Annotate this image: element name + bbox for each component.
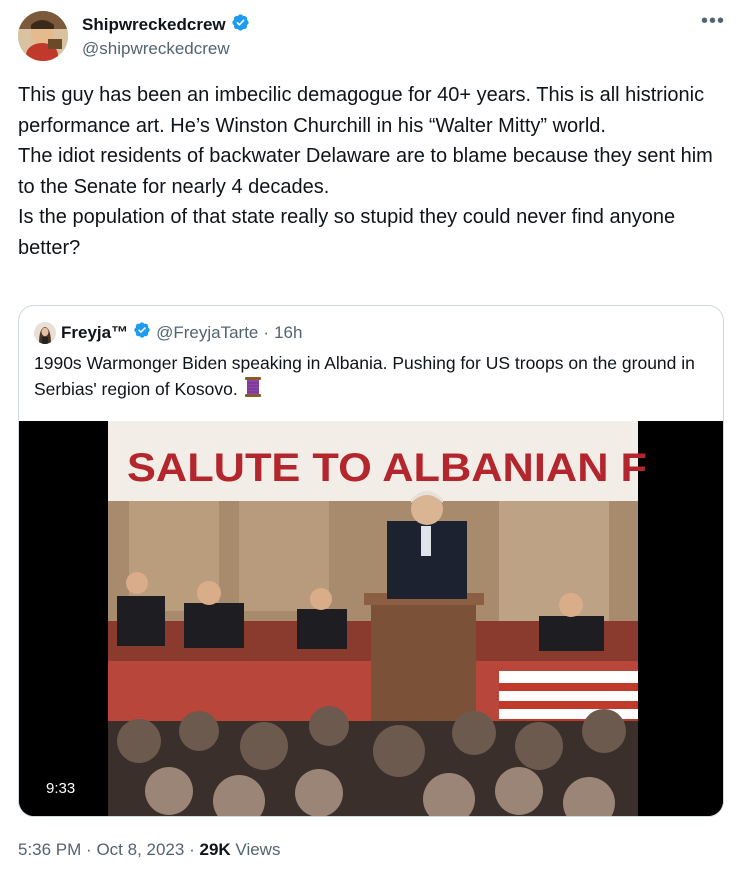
verified-badge-icon bbox=[133, 321, 151, 344]
meta-separator: · bbox=[263, 322, 270, 342]
tweet-footer: 5:36 PM · Oct 8, 2023 · 29K Views bbox=[18, 840, 280, 860]
post-date[interactable]: Oct 8, 2023 bbox=[96, 840, 184, 859]
views-label: Views bbox=[235, 840, 281, 859]
quoted-author-name[interactable]: Freyja™ bbox=[61, 323, 128, 343]
spool-of-thread-icon bbox=[243, 376, 263, 405]
views-count: 29K bbox=[199, 840, 231, 859]
quoted-tweet-header: Freyja™ @FreyjaTarte · 16h bbox=[34, 321, 302, 344]
author-handle[interactable]: @shipwreckedcrew bbox=[82, 39, 230, 59]
video-banner-text: SALUTE TO ALBANIAN F bbox=[127, 446, 647, 490]
author-display-name[interactable]: Shipwreckedcrew bbox=[82, 15, 226, 35]
video-thumbnail: SALUTE TO ALBANIAN F bbox=[19, 421, 723, 816]
quoted-tweet[interactable]: Freyja™ @FreyjaTarte · 16h 1990s Warmong… bbox=[18, 305, 724, 817]
tweet-text: This guy has been an imbecilic demagogue… bbox=[18, 80, 718, 263]
video-player[interactable]: SALUTE TO ALBANIAN F 9:33 bbox=[19, 421, 723, 816]
verified-badge-icon bbox=[231, 13, 250, 37]
more-options-icon[interactable]: ••• bbox=[701, 10, 725, 33]
author-avatar[interactable] bbox=[18, 11, 68, 61]
tweet-line: This guy has been an imbecilic demagogue… bbox=[18, 84, 705, 137]
avatar-image bbox=[18, 11, 68, 61]
tweet-line: Is the population of that state really s… bbox=[18, 206, 676, 259]
meta-separator: · bbox=[86, 840, 92, 859]
author-name-row: Shipwreckedcrew bbox=[82, 13, 250, 37]
post-time[interactable]: 5:36 PM bbox=[18, 840, 81, 859]
meta-separator: · bbox=[189, 840, 195, 859]
quoted-tweet-time[interactable]: 16h bbox=[274, 323, 302, 343]
quoted-author-handle[interactable]: @FreyjaTarte bbox=[156, 323, 258, 343]
video-duration-badge: 9:33 bbox=[40, 777, 82, 800]
quoted-tweet-body: 1990s Warmonger Biden speaking in Albani… bbox=[34, 353, 695, 399]
quoted-author-avatar[interactable] bbox=[34, 321, 56, 344]
tweet-line: The idiot residents of backwater Delawar… bbox=[18, 145, 713, 198]
quoted-tweet-text: 1990s Warmonger Biden speaking in Albani… bbox=[34, 351, 704, 405]
